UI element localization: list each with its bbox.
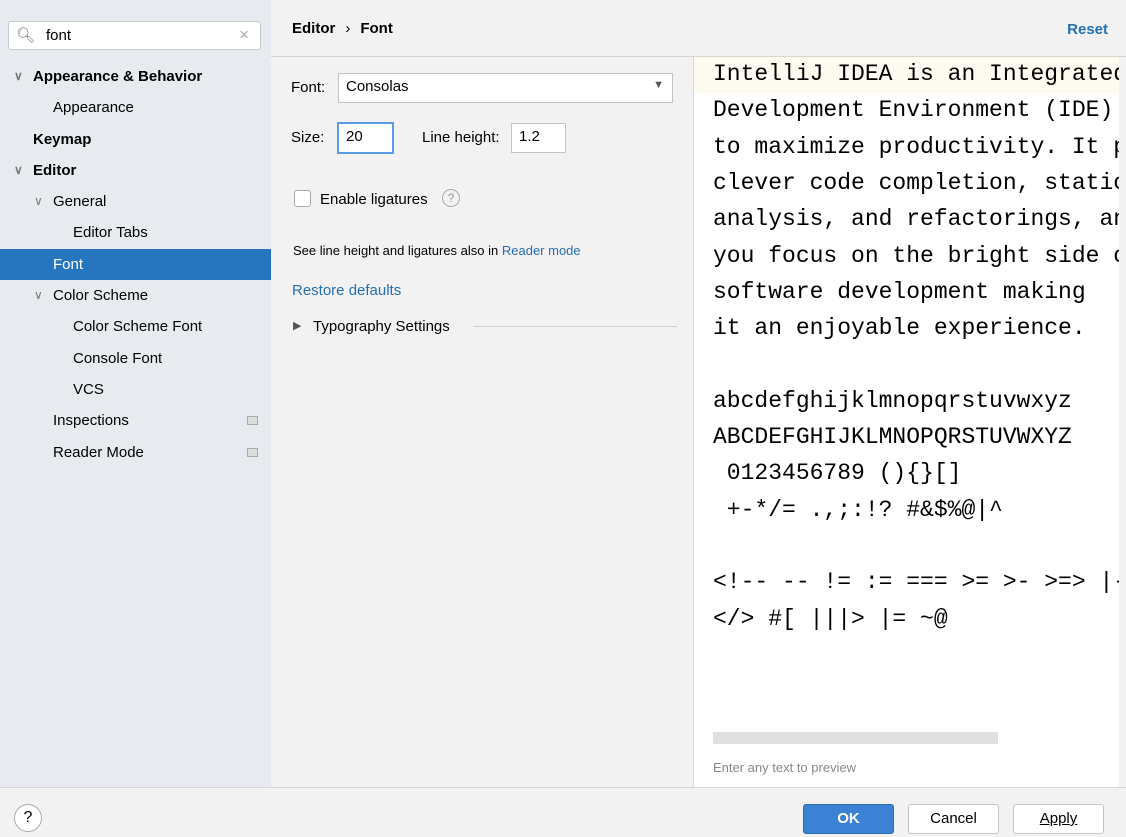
cancel-button[interactable]: Cancel (908, 804, 999, 834)
preview-line: to maximize productivity. It provides (713, 133, 1119, 160)
reader-mode-note: See line height and ligatures also in Re… (293, 243, 581, 258)
tree-item-label: Keymap (33, 130, 92, 148)
chevron-down-icon[interactable]: ∨ (34, 186, 43, 217)
tree-item-label: VCS (73, 380, 104, 398)
preview-line: abcdefghijklmnopqrstuvwxyz (713, 387, 1072, 414)
line-height-input[interactable]: 1.2 (511, 123, 566, 153)
preview-line: IntelliJ IDEA is an Integrated (713, 61, 1119, 87)
font-label: Font: (291, 79, 326, 96)
tree-item-label: Font (53, 255, 84, 273)
preview-line: analysis, and refactorings, and lets (713, 206, 1119, 233)
panel-header: Editor › Font Reset (271, 0, 1126, 57)
preview-line: Development Environment (IDE) designed (713, 97, 1114, 124)
tree-item[interactable]: VCS (0, 374, 271, 405)
tree-item[interactable]: ∨ Appearance & Behavior (0, 61, 271, 92)
project-scope-icon (247, 447, 258, 457)
font-preview-editor[interactable]: IntelliJ IDEA is an Integrated Developmen… (693, 57, 1119, 787)
settings-tree: ∨ Appearance & Behavior Appearance Keymap ∨ E… (0, 61, 271, 468)
breadcrumb-font: Font (360, 20, 393, 37)
note-text: See line height and ligatures also in (293, 243, 502, 258)
tree-item[interactable]: Font (0, 248, 271, 281)
tree-item[interactable]: Keymap (0, 124, 271, 155)
ok-button[interactable]: OK (803, 804, 894, 834)
tree-item-label: Reader Mode (53, 443, 144, 461)
chevron-down-icon: ▼ (653, 79, 664, 91)
preview-line: ABCDEFGHIJKLMNOPQRSTUVWXYZ (713, 424, 1072, 450)
tree-item[interactable]: Color Scheme Font (0, 311, 271, 342)
typography-settings-toggle[interactable]: Typography Settings (313, 318, 450, 335)
tree-item[interactable]: ∨ Color Scheme (0, 280, 271, 311)
tree-item-label: Editor Tabs (73, 224, 148, 242)
tree-item-label: Appearance (53, 99, 134, 117)
preview-line: </> #[ |||> |= ~@ (713, 605, 948, 632)
font-select-value: Consolas (346, 78, 409, 95)
expand-triangle-icon[interactable]: ▶ (293, 319, 301, 332)
tree-item-label: Inspections (53, 412, 129, 430)
preview-line: software development making (713, 278, 1086, 305)
clear-icon[interactable]: × (239, 25, 249, 45)
breadcrumb: Editor › Font (292, 20, 393, 37)
settings-sidebar: 🔍︎ font × ∨ Appearance & Behavior Appearan… (0, 0, 271, 787)
tree-item[interactable]: ∨ Editor (0, 155, 271, 186)
divider (473, 326, 677, 327)
search-icon[interactable]: 🔍︎ (16, 26, 35, 44)
breadcrumb-editor[interactable]: Editor (292, 20, 335, 37)
preview-line: you focus on the bright side of (713, 242, 1119, 269)
search-value[interactable]: font (46, 27, 71, 44)
preview-line: it an enjoyable experience. (713, 315, 1086, 342)
ligatures-label[interactable]: Enable ligatures (320, 191, 428, 208)
tree-item-label: Color Scheme (53, 287, 149, 305)
chevron-down-icon[interactable]: ∨ (14, 61, 23, 92)
chevron-down-icon[interactable]: ∨ (14, 155, 23, 186)
tree-item-label: Appearance & Behavior (33, 68, 203, 85)
project-scope-icon (247, 416, 258, 426)
tree-item-label: Editor (33, 161, 77, 179)
reader-mode-link[interactable]: Reader mode (502, 243, 581, 258)
horizontal-scrollbar[interactable] (713, 732, 998, 744)
tree-item[interactable]: ∨ General (0, 186, 271, 217)
ligatures-checkbox[interactable] (294, 190, 311, 207)
size-label: Size: (291, 129, 325, 146)
tree-item[interactable]: Editor Tabs (0, 217, 271, 248)
breadcrumb-separator: › (345, 20, 351, 37)
apply-button[interactable]: Apply (1013, 804, 1104, 834)
tree-item[interactable]: Inspections (0, 405, 271, 436)
settings-search-input[interactable]: 🔍︎ font × (8, 21, 261, 50)
tree-item-label: Console Font (73, 349, 163, 367)
help-button[interactable]: ? (14, 804, 42, 832)
reset-link[interactable]: Reset (1067, 21, 1108, 38)
restore-defaults-link[interactable]: Restore defaults (292, 282, 401, 299)
help-icon[interactable]: ? (442, 189, 460, 207)
preview-line: +-*/= .,;:!? #&$%@|^ (713, 496, 1003, 523)
size-input[interactable]: 20 (337, 122, 394, 154)
tree-item-label: General (53, 193, 107, 211)
line-height-label: Line height: (422, 129, 500, 146)
dialog-footer: ? OK Cancel Apply (0, 787, 1126, 837)
preview-line: <!-- -- != := === >= >- >=> |-> -> (713, 569, 1119, 596)
tree-item-label: Color Scheme Font (73, 318, 203, 336)
preview-line: 0123456789 (){}[] (713, 460, 962, 487)
tree-item[interactable]: Appearance (0, 92, 271, 123)
tree-item[interactable]: Reader Mode (0, 437, 271, 468)
preview-placeholder: Enter any text to preview (713, 760, 857, 775)
chevron-down-icon[interactable]: ∨ (34, 280, 43, 311)
font-select[interactable]: Consolas ▼ (338, 73, 673, 103)
preview-line: clever code completion, static code (713, 169, 1119, 196)
tree-item[interactable]: Console Font (0, 343, 271, 374)
